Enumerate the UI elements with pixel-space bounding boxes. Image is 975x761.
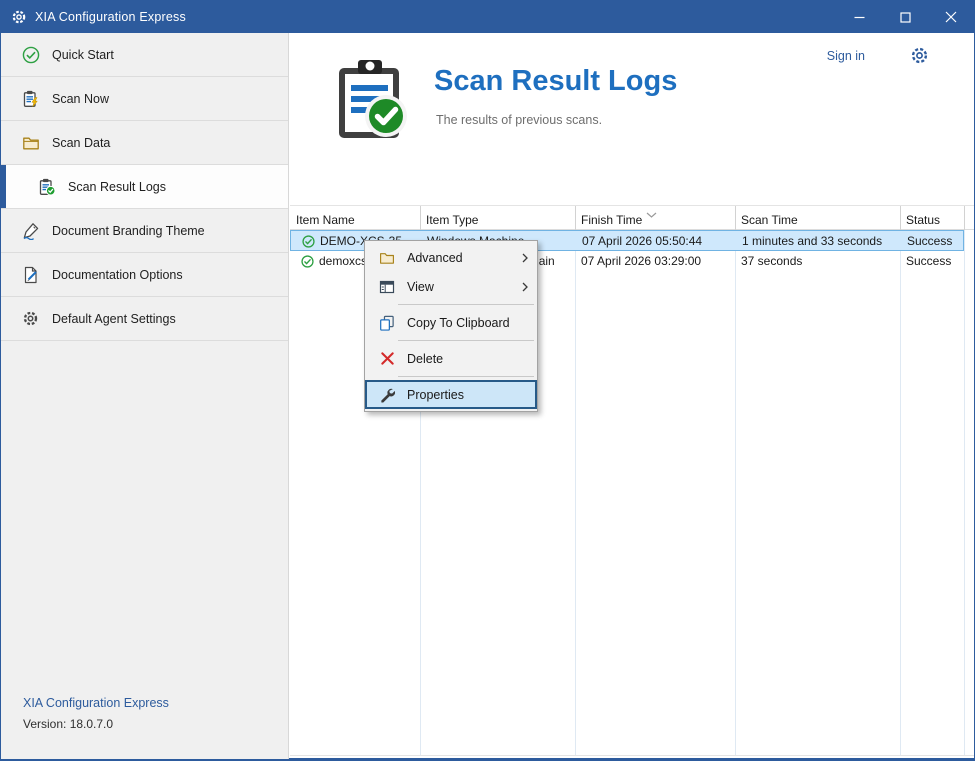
sidebar-item-default-agent-settings[interactable]: Default Agent Settings: [1, 297, 288, 341]
delete-x-icon: [378, 351, 396, 366]
column-separator: [575, 230, 576, 755]
pen-icon: [21, 221, 40, 240]
column-header-item-type[interactable]: Item Type: [420, 213, 478, 227]
cell-scan-time: 1 minutes and 33 seconds: [736, 231, 901, 251]
page-subtitle: The results of previous scans.: [436, 113, 602, 127]
column-header-scan-time[interactable]: Scan Time: [735, 213, 798, 227]
close-button[interactable]: [928, 1, 974, 33]
sidebar-item-scan-now[interactable]: Scan Now: [1, 77, 288, 121]
cell-finish-time: 07 April 2026 05:50:44: [576, 231, 736, 251]
context-menu: Advanced View: [364, 240, 538, 412]
menu-separator: [398, 376, 534, 377]
page-title: Scan Result Logs: [434, 65, 677, 98]
column-separator: [964, 230, 965, 755]
scan-result-logs-icon: [331, 58, 409, 149]
sidebar-item-label: Quick Start: [52, 48, 114, 62]
sidebar: Quick Start Scan Now Scan Data: [1, 33, 289, 759]
window-title: XIA Configuration Express: [35, 10, 186, 24]
column-header-status[interactable]: Status: [900, 213, 940, 227]
sidebar-item-document-branding-theme[interactable]: Document Branding Theme: [1, 209, 288, 253]
footer-app-name: XIA Configuration Express: [23, 696, 169, 710]
sidebar-footer: XIA Configuration Express Version: 18.0.…: [23, 696, 169, 731]
submenu-arrow-icon: [522, 281, 528, 295]
cell-status: Success: [901, 231, 965, 251]
sidebar-item-scan-result-logs[interactable]: Scan Result Logs: [1, 165, 288, 209]
settings-gear-icon[interactable]: [910, 46, 929, 70]
document-pencil-icon: [21, 265, 40, 284]
clipboard-check-icon: [37, 177, 56, 196]
sort-descending-icon: [646, 207, 657, 221]
sidebar-item-label: Scan Result Logs: [68, 180, 166, 194]
sidebar-item-quick-start[interactable]: Quick Start: [1, 33, 288, 77]
menu-item-label: Properties: [407, 388, 464, 402]
menu-item-label: View: [407, 280, 434, 294]
success-check-icon: [301, 255, 314, 268]
copy-icon: [378, 315, 396, 331]
menu-item-view[interactable]: View: [365, 272, 537, 301]
cell-status: Success: [900, 251, 964, 271]
cell-scan-time: 37 seconds: [735, 251, 900, 271]
menu-item-label: Advanced: [407, 251, 463, 265]
success-check-icon: [302, 235, 315, 248]
maximize-button[interactable]: [882, 1, 928, 33]
menu-separator: [398, 340, 534, 341]
menu-item-properties[interactable]: Properties: [365, 380, 537, 409]
sidebar-item-scan-data[interactable]: Scan Data: [1, 121, 288, 165]
wrench-icon: [378, 387, 396, 403]
column-separator: [900, 230, 901, 755]
folder-icon: [378, 250, 396, 266]
table-header: Item Name Item Type Finish Time Scan Tim…: [290, 206, 974, 230]
folder-icon: [21, 133, 40, 152]
menu-separator: [398, 304, 534, 305]
sidebar-item-label: Documentation Options: [52, 268, 183, 282]
sidebar-item-label: Document Branding Theme: [52, 224, 205, 238]
menu-item-advanced[interactable]: Advanced: [365, 243, 537, 272]
view-grid-icon: [378, 279, 396, 295]
submenu-arrow-icon: [522, 252, 528, 266]
menu-item-copy-to-clipboard[interactable]: Copy To Clipboard: [365, 308, 537, 337]
menu-item-label: Copy To Clipboard: [407, 316, 510, 330]
cell-finish-time: 07 April 2026 03:29:00: [575, 251, 735, 271]
app-gear-icon: [11, 9, 27, 25]
clipboard-bolt-icon: [21, 89, 40, 108]
sidebar-item-label: Scan Data: [52, 136, 110, 150]
minimize-button[interactable]: [836, 1, 882, 33]
column-header-finish-time[interactable]: Finish Time: [575, 213, 642, 227]
footer-version: Version: 18.0.7.0: [23, 717, 169, 731]
sidebar-item-label: Default Agent Settings: [52, 312, 176, 326]
menu-item-label: Delete: [407, 352, 443, 366]
column-separator: [735, 230, 736, 755]
app-window: XIA Configuration Express Quick Start: [0, 0, 975, 761]
check-circle-icon: [21, 45, 40, 64]
column-header-item-name[interactable]: Item Name: [290, 213, 355, 227]
titlebar: XIA Configuration Express: [1, 1, 974, 33]
menu-item-delete[interactable]: Delete: [365, 344, 537, 373]
sign-in-link[interactable]: Sign in: [827, 49, 865, 63]
gear-icon: [21, 309, 40, 328]
sidebar-item-documentation-options[interactable]: Documentation Options: [1, 253, 288, 297]
sidebar-item-label: Scan Now: [52, 92, 109, 106]
